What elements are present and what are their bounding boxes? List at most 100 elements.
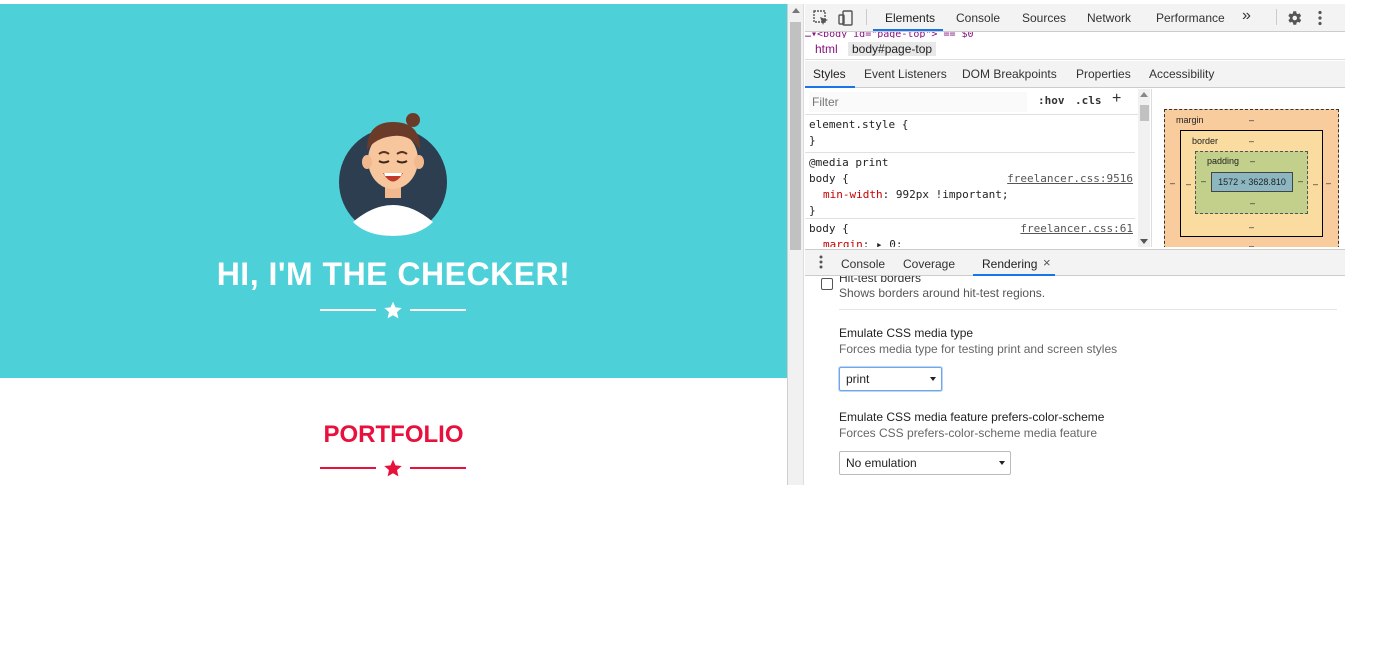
padding-left-value[interactable]: –: [1201, 176, 1206, 186]
border-top-value[interactable]: –: [1249, 136, 1254, 146]
sidebar-tabs: Styles Event Listeners DOM Breakpoints P…: [805, 61, 1345, 88]
color-scheme-selected-value: No emulation: [846, 456, 917, 470]
rule-value[interactable]: : ▸ 0;: [863, 238, 903, 247]
chevron-down-icon: [999, 461, 1005, 465]
hero-star-divider: [320, 299, 466, 321]
rule-property[interactable]: min-width: [823, 188, 883, 201]
border-left-value[interactable]: –: [1186, 179, 1191, 189]
tab-console[interactable]: Console: [956, 11, 1000, 25]
box-model-content-size[interactable]: 1572 × 3628.810: [1211, 172, 1293, 192]
color-scheme-title: Emulate CSS media feature prefers-color-…: [839, 410, 1105, 424]
tab-elements[interactable]: Elements: [885, 11, 935, 25]
box-model-padding[interactable]: padding – – – – 1572 × 3628.810: [1195, 151, 1308, 214]
drawer-tab-console[interactable]: Console: [841, 257, 885, 271]
padding-bottom-value[interactable]: –: [1250, 198, 1255, 208]
media-type-selected-value: print: [846, 372, 870, 386]
rule-selector[interactable]: body {: [809, 222, 849, 235]
padding-top-value[interactable]: –: [1250, 156, 1255, 166]
active-tab-indicator: [873, 29, 943, 31]
close-icon[interactable]: ×: [1043, 255, 1051, 270]
portfolio-heading: PORTFOLIO: [323, 421, 464, 448]
webpage-viewport: HI, I'M THE CHECKER! PORTFOLIO: [0, 0, 787, 485]
scrollbar-thumb[interactable]: [790, 22, 801, 250]
style-rule-media-print: @media print body { freelancer.css:9516 …: [805, 155, 1135, 219]
margin-label: margin: [1176, 115, 1204, 125]
divider-line: [410, 309, 466, 311]
drawer-menu-icon[interactable]: [819, 254, 823, 270]
tab-sources[interactable]: Sources: [1022, 11, 1066, 25]
margin-left-value[interactable]: –: [1170, 178, 1175, 188]
styles-scrollbar[interactable]: [1138, 89, 1150, 247]
rule-property[interactable]: margin: [823, 238, 863, 247]
page-scrollbar[interactable]: [788, 4, 804, 485]
tab-styles[interactable]: Styles: [813, 67, 846, 81]
tab-performance[interactable]: Performance: [1156, 11, 1225, 25]
star-icon: [384, 301, 402, 319]
style-rule-body: body { freelancer.css:61 margin: ▸ 0;: [805, 221, 1135, 247]
rule-selector[interactable]: body {: [809, 172, 849, 185]
toolbar-separator: [1276, 9, 1277, 25]
divider-line: [320, 309, 376, 311]
style-rule-element: element.style { }: [805, 117, 1135, 153]
tab-event-listeners[interactable]: Event Listeners: [864, 67, 947, 81]
toolbar-separator: [866, 9, 867, 25]
gear-icon[interactable]: [1285, 9, 1303, 27]
more-tabs-icon[interactable]: »: [1242, 7, 1251, 25]
margin-bottom-value[interactable]: –: [1249, 241, 1254, 247]
rule-media-query: @media print: [809, 156, 889, 169]
device-toolbar-icon[interactable]: [837, 9, 855, 27]
drawer-tab-coverage[interactable]: Coverage: [903, 257, 955, 271]
rule-selector[interactable]: element.style {: [809, 117, 1135, 133]
scroll-up-arrow-icon[interactable]: [792, 8, 800, 13]
kebab-menu-icon[interactable]: [1311, 9, 1329, 27]
tab-network[interactable]: Network: [1087, 11, 1131, 25]
breadcrumb-html[interactable]: html: [812, 42, 841, 56]
color-scheme-select[interactable]: No emulation: [839, 451, 1011, 475]
rendering-panel: Hit-test borders Shows borders around hi…: [805, 276, 1345, 485]
rule-value[interactable]: : 992px !important;: [883, 188, 1009, 201]
chevron-down-icon: [930, 377, 936, 381]
box-model-margin[interactable]: margin – – – – border – – – – padding – …: [1164, 109, 1339, 247]
hov-toggle[interactable]: :hov: [1038, 94, 1065, 107]
tab-accessibility[interactable]: Accessibility: [1149, 67, 1214, 81]
avatar-illustration: [339, 113, 447, 236]
border-label: border: [1192, 136, 1219, 146]
styles-filter-row: :hov .cls +: [805, 89, 1138, 115]
border-bottom-value[interactable]: –: [1249, 222, 1254, 232]
tab-properties[interactable]: Properties: [1076, 67, 1131, 81]
scrollbar-thumb[interactable]: [1140, 105, 1149, 121]
breadcrumb-body[interactable]: body#page-top: [848, 42, 937, 56]
breadcrumb: html body#page-top: [805, 38, 1345, 60]
divider-line: [320, 467, 376, 469]
media-type-description: Forces media type for testing print and …: [839, 342, 1118, 356]
color-scheme-description: Forces CSS prefers-color-scheme media fe…: [839, 426, 1098, 440]
media-type-select[interactable]: print: [839, 367, 942, 391]
devtools-panel: Elements Console Sources Network Perform…: [787, 4, 1345, 485]
active-tab-indicator: [805, 86, 855, 88]
cls-toggle[interactable]: .cls: [1075, 94, 1102, 107]
styles-filter-input[interactable]: [809, 92, 1027, 112]
box-model-diagram: margin – – – – border – – – – padding – …: [1151, 89, 1345, 247]
box-model-border[interactable]: border – – – – padding – – – – 1572 × 36…: [1180, 130, 1323, 237]
inspect-element-icon[interactable]: [812, 9, 830, 27]
rule-source-link[interactable]: freelancer.css:9516: [1007, 171, 1133, 187]
scroll-down-arrow-icon[interactable]: [1140, 239, 1148, 244]
rule-source-link[interactable]: freelancer.css:61: [1020, 221, 1133, 237]
border-right-value[interactable]: –: [1313, 179, 1318, 189]
hit-test-checkbox[interactable]: [821, 278, 833, 290]
padding-right-value[interactable]: –: [1298, 176, 1303, 186]
hero-title: HI, I'M THE CHECKER!: [216, 256, 571, 292]
rule-close: }: [809, 134, 816, 147]
drawer-tabs: Console Coverage Rendering ×: [805, 249, 1345, 276]
portfolio-star-divider: [320, 457, 466, 479]
margin-right-value[interactable]: –: [1326, 178, 1331, 188]
scroll-up-arrow-icon[interactable]: [1140, 92, 1148, 97]
section-divider: [839, 309, 1337, 310]
tab-dom-breakpoints[interactable]: DOM Breakpoints: [962, 67, 1057, 81]
margin-top-value[interactable]: –: [1249, 115, 1254, 125]
padding-label: padding: [1207, 156, 1240, 166]
drawer-tab-rendering[interactable]: Rendering: [982, 257, 1037, 271]
hero-section: HI, I'M THE CHECKER!: [0, 4, 787, 378]
media-type-title: Emulate CSS media type: [839, 326, 974, 340]
new-style-rule-button[interactable]: +: [1112, 90, 1121, 108]
